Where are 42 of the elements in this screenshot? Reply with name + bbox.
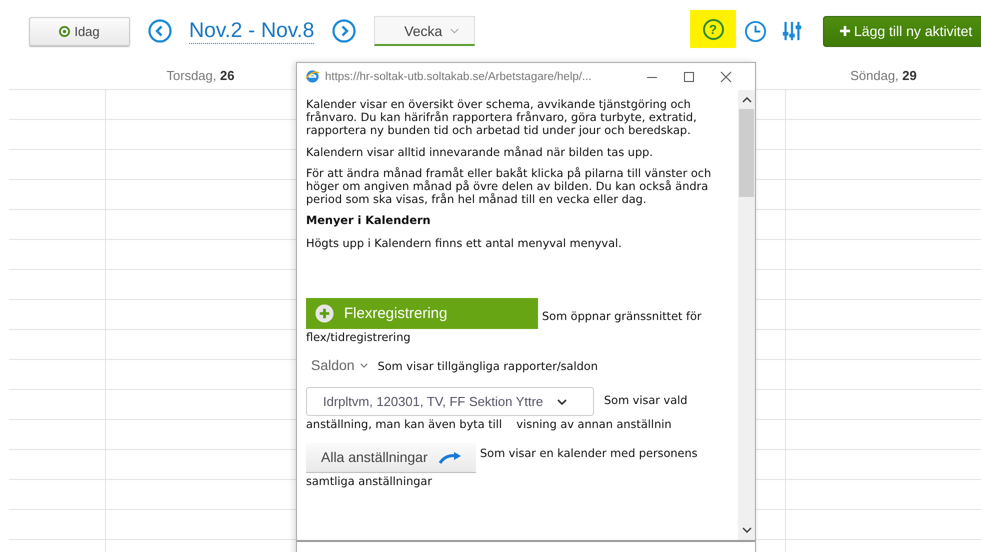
help-paragraph: Kalender visar en översikt över schema, avvikande tjänstgöring och frånvaro. Du kan härifrån rapportera frånvaro, göra turbyte, extratid, rapportera ny bunden tid och arbetad tid under jour och beredskap. [306,98,698,138]
help-description: Som visar en kalender med personens [480,447,698,460]
add-activity-button[interactable]: Lägg till ny aktivitet [823,16,981,46]
today-button[interactable]: Idag [29,16,130,46]
help-button[interactable]: ? [690,10,736,48]
chevron-down-icon [557,398,568,405]
maximize-icon[interactable] [683,70,695,82]
scrollbar[interactable] [738,90,755,540]
view-select[interactable]: Vecka [374,16,476,46]
chevron-down-icon [450,28,460,34]
scroll-down-icon[interactable] [742,527,752,533]
target-icon [59,26,70,36]
close-icon[interactable] [720,70,732,82]
next-icon[interactable] [332,19,356,43]
scroll-up-icon[interactable] [742,97,752,103]
help-description: Som visar vald [604,394,688,408]
clock-icon[interactable] [744,20,767,42]
all-employments-button[interactable]: Alla anställningar [306,443,476,474]
help-description: Som öppnar gränssnittet för [542,310,702,323]
flex-button[interactable]: Flexregistrering [306,298,538,329]
previous-icon[interactable] [148,19,172,43]
day-header: Söndag, 29 [850,68,917,83]
help-description: samtliga anställningar [306,475,432,489]
help-paragraph: Högts upp i Kalendern finns ett antal menyval menyval. [306,236,623,250]
browser-icon [305,69,320,84]
scrollbar-thumb[interactable] [739,109,754,197]
help-paragraph: För att ändra månad framåt eller bakåt klicka på pilarna till vänster och höger om angiven månad på övre delen av bilden. Du kan också ändra period som ska visas, från hel månad till en vecka eller dag. [306,166,712,206]
employment-select[interactable]: Idrpltvm, 120301, TV, FF Sektion Yttre [306,387,594,416]
help-heading: Menyer i Kalendern [306,214,432,228]
help-description: flex/tidregistrering [306,330,411,344]
arrow-icon [438,452,462,464]
date-range-link[interactable]: Nov.2 - Nov.8 [189,18,314,44]
chevron-down-icon [360,363,368,368]
window-url: https://hr-soltak-utb.soltakab.se/Arbetstagare/help/... [325,70,593,82]
plus-icon [840,26,850,36]
balance-menu[interactable]: Saldon [306,356,374,376]
settings-icon[interactable] [781,19,803,43]
plus-icon [315,304,334,323]
day-header: Torsdag, 26 [166,68,234,83]
help-description: anställning, man kan även byta till visning av annan anställnin [306,418,672,432]
help-description: Som visar tillgängliga rapporter/saldon [378,360,598,374]
help-paragraph: Kalendern visar alltid innevarande månad när bilden tas upp. [306,146,654,159]
